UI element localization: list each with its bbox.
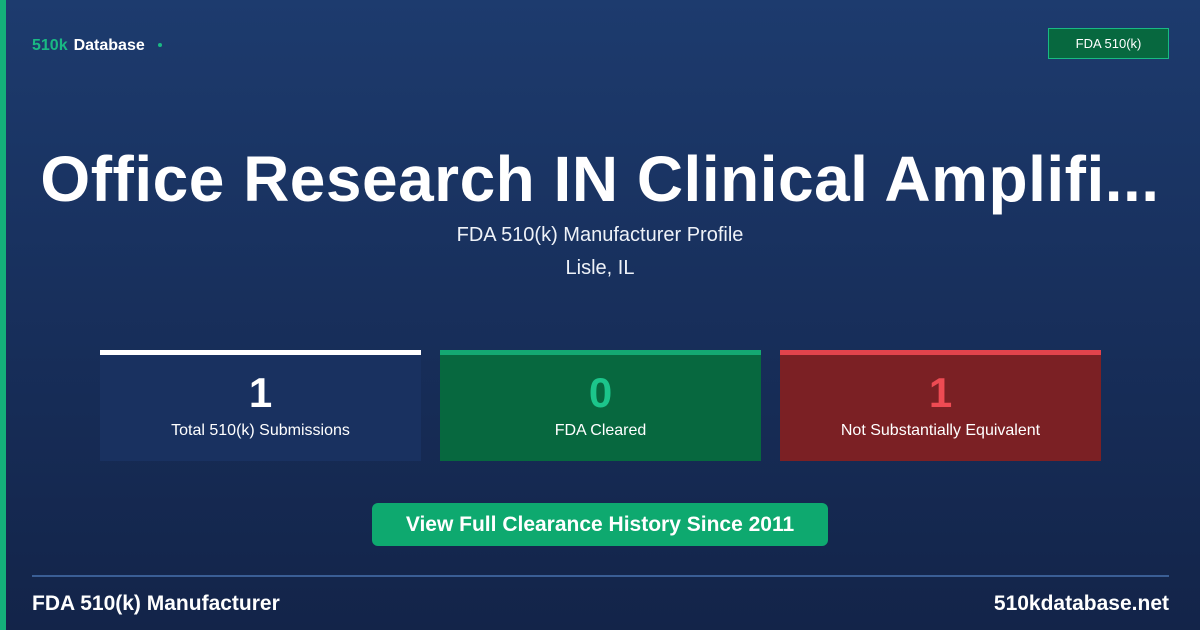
stat-label: Not Substantially Equivalent	[840, 422, 1041, 439]
stat-value: 1	[928, 369, 953, 416]
brand-dot-icon	[157, 43, 162, 47]
stat-card-fda-cleared: 0 FDA Cleared	[440, 350, 761, 461]
footer-label: FDA 510(k) Manufacturer	[32, 592, 280, 615]
brand-logo[interactable]: 510k Database	[32, 36, 162, 56]
footer-site-link[interactable]: 510kdatabase.net	[994, 591, 1169, 617]
stat-card-total-submissions: 1 Total 510(k) Submissions	[100, 350, 421, 461]
manufacturer-location: Lisle, IL	[565, 257, 635, 279]
stat-value: 0	[588, 369, 613, 416]
brand-prefix: 510k	[32, 37, 68, 54]
stat-card-not-substantially-equivalent: 1 Not Substantially Equivalent	[780, 350, 1101, 461]
stat-label: FDA Cleared	[554, 422, 647, 439]
brand-name: Database	[73, 37, 145, 54]
left-accent-bar	[0, 0, 6, 630]
footer-divider	[32, 575, 1169, 577]
page-subtitle: FDA 510(k) Manufacturer Profile	[456, 224, 744, 246]
stat-label: Total 510(k) Submissions	[171, 422, 350, 439]
fda-510k-badge: FDA 510(k)	[1048, 28, 1169, 59]
page-title: Office Research IN Clinical Amplifi...	[40, 143, 1160, 215]
stat-value: 1	[248, 369, 273, 416]
view-clearance-history-button[interactable]: View Full Clearance History Since 2011	[372, 503, 828, 546]
